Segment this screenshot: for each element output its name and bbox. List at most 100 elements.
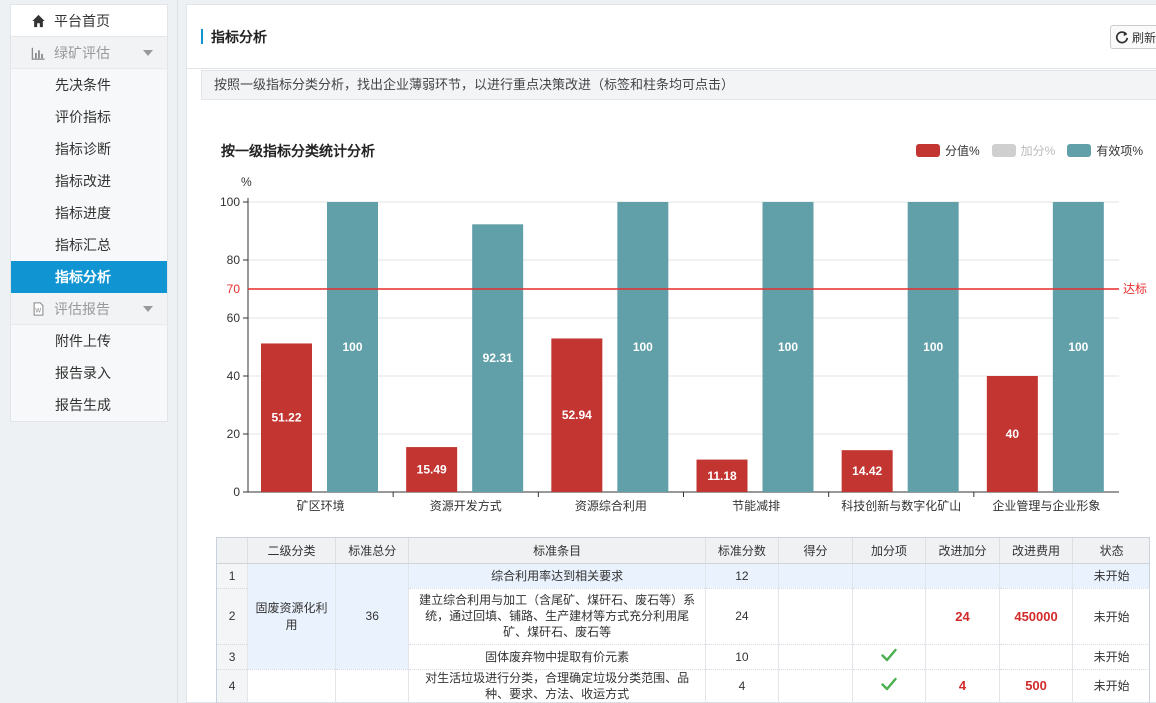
improvement-bonus-cell	[925, 563, 1000, 589]
table-header	[217, 538, 249, 564]
x-category-label[interactable]: 矿区环境	[297, 498, 345, 513]
standard-item-cell: 综合利用率达到相关要求	[408, 563, 706, 589]
improvement-bonus-cell: 4	[925, 669, 1000, 703]
table-header: 标准总分	[335, 538, 410, 564]
sidebar-item-report-1[interactable]: 报告录入	[11, 357, 167, 389]
sidebar: 平台首页 绿矿评估 先决条件 评价指标 指标诊断 指标改进 指标进度 指标汇总 指标分析 W…	[0, 0, 178, 703]
table-header: 二级分类	[247, 538, 336, 564]
x-category-label[interactable]: 科技创新与数字化矿山	[841, 498, 961, 513]
improvement-cost-cell	[999, 563, 1074, 589]
score-cell	[778, 563, 853, 589]
improvement-cost-cell: 450000	[999, 588, 1074, 645]
score-cell	[778, 669, 853, 703]
standard-score-cell: 24	[705, 588, 780, 645]
standard-item-cell: 固体废弃物中提取有价元素	[408, 644, 706, 670]
bar-valid-label: 92.31	[483, 351, 513, 365]
sidebar-item-assessment-3[interactable]: 指标改进	[11, 165, 167, 197]
table-header: 改进加分	[925, 538, 1000, 564]
status-cell: 未开始	[1072, 669, 1149, 703]
improvement-bonus-cell	[925, 644, 1000, 670]
table-row[interactable]: 4 对生活垃圾进行分类，合理确定垃圾分类范围、品种、要求、方法、收运方式 4 4 500…	[217, 669, 1149, 703]
y-tick-label: 100	[220, 195, 240, 209]
status-cell: 未开始	[1072, 644, 1149, 670]
sidebar-group-report-label: 评估报告	[54, 300, 110, 317]
row-index: 1	[217, 563, 249, 589]
sidebar-item-report-2[interactable]: 报告生成	[11, 389, 167, 421]
x-category-label[interactable]: 企业管理与企业形象	[992, 498, 1100, 513]
table-header: 得分	[778, 538, 853, 564]
score-cell	[778, 644, 853, 670]
standard-score-cell: 4	[705, 669, 780, 703]
standard-item-cell: 建立综合利用与加工（含尾矿、煤矸石、废石等）系统，通过回填、铺路、生产建材等方式…	[408, 588, 706, 645]
table-header: 状态	[1072, 538, 1149, 564]
total-score-cell	[335, 669, 410, 703]
title-accent-bar	[201, 29, 203, 44]
sidebar-group-assessment-label: 绿矿评估	[54, 44, 110, 61]
sidebar-item-home[interactable]: 平台首页	[11, 5, 167, 37]
sidebar-item-assessment-2[interactable]: 指标诊断	[11, 133, 167, 165]
bar-valid-label: 100	[1068, 340, 1088, 354]
refresh-label: 刷新	[1132, 30, 1156, 45]
table-header: 加分项	[852, 538, 927, 564]
table-header: 标准分数	[705, 538, 780, 564]
y-tick-label: 80	[227, 253, 241, 267]
sidebar-item-assessment-6[interactable]: 指标分析	[11, 261, 167, 293]
bonus-cell	[852, 669, 927, 703]
bonus-cell	[852, 588, 927, 645]
chevron-down-icon	[143, 49, 153, 56]
x-category-label[interactable]: 节能减排	[732, 499, 780, 513]
bonus-cell	[852, 644, 927, 670]
bar-score-label: 15.49	[417, 463, 447, 477]
status-cell: 未开始	[1072, 563, 1149, 589]
target-label: 达标	[1123, 282, 1147, 296]
standard-item-cell: 对生活垃圾进行分类，合理确定垃圾分类范围、品种、要求、方法、收运方式	[408, 669, 706, 703]
table-header: 改进费用	[999, 538, 1074, 564]
improvement-bonus-cell: 24	[925, 588, 1000, 645]
sidebar-item-assessment-0[interactable]: 先决条件	[11, 69, 167, 101]
refresh-icon	[1115, 31, 1129, 44]
svg-text:W: W	[35, 307, 41, 314]
sidebar-item-assessment-1[interactable]: 评价指标	[11, 101, 167, 133]
y-tick-label: 0	[233, 485, 240, 499]
main-panel: 指标分析 刷新 按照一级指标分类分析，找出企业薄弱环节，以进行重点决策改进（标签…	[186, 4, 1156, 703]
page-header: 指标分析 刷新	[187, 5, 1156, 69]
sidebar-item-report-0[interactable]: 附件上传	[11, 325, 167, 357]
x-category-label[interactable]: 资源开发方式	[430, 498, 502, 513]
total-score-cell: 36	[335, 563, 410, 670]
sidebar-item-assessment-5[interactable]: 指标汇总	[11, 229, 167, 261]
target-value-label: 70	[227, 282, 241, 296]
row-index: 2	[217, 588, 249, 645]
bonus-cell	[852, 563, 927, 589]
y-axis-unit: %	[241, 175, 252, 189]
app: 平台首页 绿矿评估 先决条件 评价指标 指标诊断 指标改进 指标进度 指标汇总 指标分析 W…	[0, 0, 1156, 703]
table-row[interactable]: 1 固废资源化利用 36 综合利用率达到相关要求 12 未开始	[217, 563, 1149, 670]
improvement-cost-cell: 500	[999, 669, 1074, 703]
x-category-label[interactable]: 资源综合利用	[575, 498, 647, 513]
y-tick-label: 40	[227, 369, 241, 383]
chevron-down-icon	[143, 305, 153, 312]
bar-score-label: 14.42	[852, 464, 882, 478]
checkmark-icon	[881, 677, 897, 691]
bar-score-label: 40	[1006, 427, 1020, 441]
y-tick-label: 20	[227, 427, 241, 441]
table-header: 标准条目	[408, 538, 706, 564]
page-title: 指标分析	[211, 29, 267, 45]
home-icon	[32, 14, 45, 27]
refresh-button[interactable]: 刷新	[1110, 25, 1156, 49]
chart-panel: 按一级指标分类统计分析 分值% 加分% 有效项% % 0 20 40 60 80 100 矿区环境…	[187, 130, 1156, 515]
bar-score-label: 52.94	[562, 408, 592, 422]
word-document-icon: W	[33, 301, 44, 316]
sidebar-menu: 平台首页 绿矿评估 先决条件 评价指标 指标诊断 指标改进 指标进度 指标汇总 指标分析 W…	[10, 4, 168, 422]
status-cell: 未开始	[1072, 588, 1149, 645]
row-index: 3	[217, 644, 249, 670]
notice-text: 按照一级指标分类分析，找出企业薄弱环节，以进行重点决策改进（标签和柱条均可点击）	[201, 70, 1156, 100]
checkmark-icon	[881, 648, 897, 662]
sidebar-group-assessment[interactable]: 绿矿评估	[11, 37, 167, 69]
sidebar-group-report[interactable]: W 评估报告	[11, 293, 167, 325]
standards-table: 二级分类 标准总分 标准条目 标准分数 得分 加分项 改进加分 改进费用 状态 1 固废资源化利用…	[216, 537, 1150, 703]
sidebar-item-assessment-4[interactable]: 指标进度	[11, 197, 167, 229]
bar-score-label: 11.18	[707, 469, 737, 483]
standard-score-cell: 12	[705, 563, 780, 589]
bar-valid-label: 100	[778, 340, 798, 354]
improvement-cost-cell	[999, 644, 1074, 670]
